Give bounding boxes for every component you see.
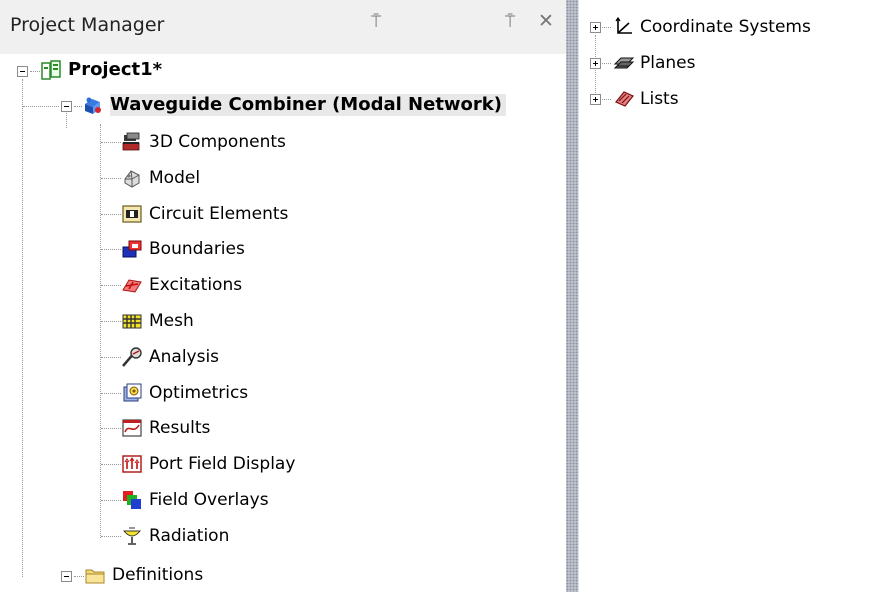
tree-line <box>101 213 121 215</box>
mesh-icon <box>121 310 143 332</box>
tree-item-label[interactable]: Model <box>149 167 200 189</box>
panel-header: Project Manager ⍑ ⍑ ✕ <box>0 0 566 54</box>
tree-item-label[interactable]: Radiation <box>149 525 229 547</box>
tree-line <box>101 142 121 143</box>
tree-item-label[interactable]: Circuit Elements <box>149 203 288 225</box>
tree-item-label[interactable]: Boundaries <box>149 238 245 260</box>
results-icon <box>121 417 143 439</box>
boundaries-icon <box>121 238 143 260</box>
tree-line <box>23 106 59 107</box>
panel-splitter[interactable] <box>566 0 578 592</box>
tree-line <box>74 106 82 107</box>
tree-line <box>101 500 121 501</box>
lists-icon <box>613 88 635 110</box>
model-tree-item-label[interactable]: Coordinate Systems <box>640 16 811 38</box>
hfss-design-icon <box>82 94 104 116</box>
tree-item-label[interactable]: Port Field Display <box>149 453 295 475</box>
tree-line <box>101 177 121 179</box>
excitations-icon <box>121 274 143 296</box>
optimetrics-icon <box>121 382 143 404</box>
tree-line <box>74 576 84 577</box>
collapse-project-toggle[interactable] <box>17 66 28 77</box>
3d-components-icon <box>121 131 143 153</box>
tree-item-label[interactable]: 3D Components <box>149 131 286 153</box>
expand-definitions-toggle[interactable] <box>61 571 72 582</box>
close-icon[interactable]: ✕ <box>538 10 554 32</box>
tree-line <box>602 63 611 64</box>
definitions-label[interactable]: Definitions <box>112 564 203 586</box>
tree-item-label[interactable]: Optimetrics <box>149 382 248 404</box>
model-tree-item-label[interactable]: Planes <box>640 52 695 74</box>
model-tree-item-label[interactable]: Lists <box>640 88 679 110</box>
design-label[interactable]: Waveguide Combiner (Modal Network) <box>110 94 507 116</box>
project-manager-panel: Project Manager ⍑ ⍑ ✕ Project1* Waveguid <box>0 0 566 592</box>
tree-line <box>101 321 121 322</box>
tree-line <box>101 428 121 430</box>
tree-line <box>101 285 121 287</box>
field-overlays-icon <box>121 489 143 511</box>
tree-line <box>602 27 611 28</box>
project-icon <box>40 59 62 81</box>
tree-line <box>101 249 121 251</box>
expand-toggle[interactable] <box>590 58 601 69</box>
panel-title: Project Manager <box>10 14 165 36</box>
tree-line <box>30 71 40 72</box>
tree-line <box>101 392 121 394</box>
model-icon <box>121 167 143 189</box>
tree-item-label[interactable]: Excitations <box>149 274 242 296</box>
tree-line <box>101 464 121 466</box>
port-field-display-icon <box>121 453 143 475</box>
pin-icon[interactable]: ⍑ <box>371 12 381 32</box>
model-tree-panel: Coordinate Systems Planes Lists <box>578 0 881 592</box>
tree-item-label[interactable]: Results <box>149 417 210 439</box>
circuit-elements-icon <box>121 203 143 225</box>
collapse-design-toggle[interactable] <box>61 101 72 112</box>
tree-item-label[interactable]: Mesh <box>149 310 194 332</box>
folder-icon <box>84 564 106 586</box>
coordinate-systems-icon <box>613 16 635 38</box>
tree-item-label[interactable]: Field Overlays <box>149 489 269 511</box>
expand-toggle[interactable] <box>590 94 601 105</box>
tree-item-label[interactable]: Analysis <box>149 346 219 368</box>
planes-icon <box>613 52 635 74</box>
tree-line <box>602 99 611 100</box>
expand-toggle[interactable] <box>590 22 601 33</box>
tree-line <box>101 356 121 358</box>
radiation-icon <box>121 525 143 547</box>
tree-line <box>22 79 23 577</box>
auto-hide-pin-icon[interactable]: ⍑ <box>505 12 515 32</box>
project-label[interactable]: Project1* <box>68 59 162 81</box>
tree-line <box>66 113 67 128</box>
tree-line <box>101 535 121 537</box>
tree-line <box>100 124 101 538</box>
analysis-icon <box>121 346 143 368</box>
